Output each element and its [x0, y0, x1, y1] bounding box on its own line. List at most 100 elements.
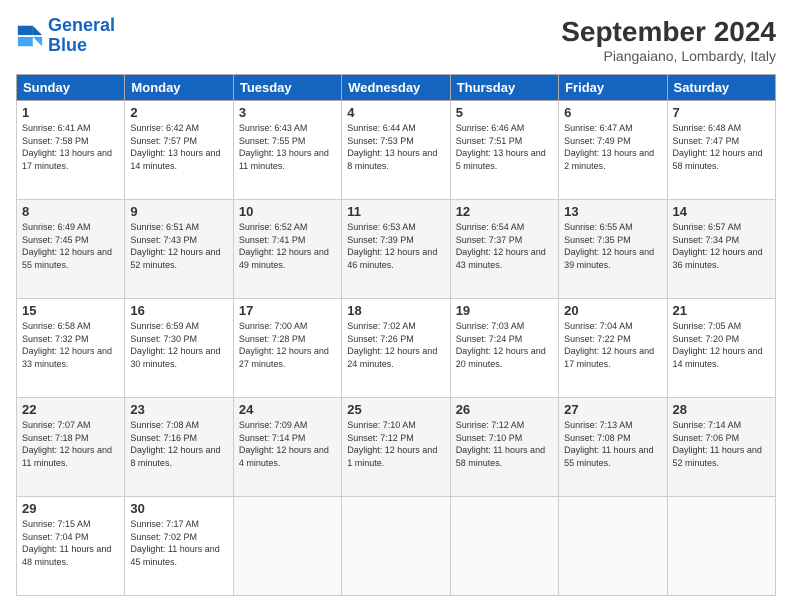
- day-number: 13: [564, 204, 661, 219]
- table-row: 23 Sunrise: 7:08 AM Sunset: 7:16 PM Dayl…: [125, 398, 233, 497]
- day-detail: Sunrise: 6:55 AM Sunset: 7:35 PM Dayligh…: [564, 221, 661, 271]
- day-detail: Sunrise: 7:03 AM Sunset: 7:24 PM Dayligh…: [456, 320, 553, 370]
- day-number: 23: [130, 402, 227, 417]
- day-number: 17: [239, 303, 336, 318]
- table-row: 15 Sunrise: 6:58 AM Sunset: 7:32 PM Dayl…: [17, 299, 125, 398]
- col-wednesday: Wednesday: [342, 75, 450, 101]
- table-row: 20 Sunrise: 7:04 AM Sunset: 7:22 PM Dayl…: [559, 299, 667, 398]
- table-row: [342, 497, 450, 596]
- table-row: 8 Sunrise: 6:49 AM Sunset: 7:45 PM Dayli…: [17, 200, 125, 299]
- table-row: 25 Sunrise: 7:10 AM Sunset: 7:12 PM Dayl…: [342, 398, 450, 497]
- table-row: 22 Sunrise: 7:07 AM Sunset: 7:18 PM Dayl…: [17, 398, 125, 497]
- page: General Blue September 2024 Piangaiano, …: [0, 0, 792, 612]
- day-detail: Sunrise: 7:08 AM Sunset: 7:16 PM Dayligh…: [130, 419, 227, 469]
- header-row: Sunday Monday Tuesday Wednesday Thursday…: [17, 75, 776, 101]
- table-row: 28 Sunrise: 7:14 AM Sunset: 7:06 PM Dayl…: [667, 398, 775, 497]
- week-row-1: 1 Sunrise: 6:41 AM Sunset: 7:58 PM Dayli…: [17, 101, 776, 200]
- day-detail: Sunrise: 6:47 AM Sunset: 7:49 PM Dayligh…: [564, 122, 661, 172]
- table-row: 11 Sunrise: 6:53 AM Sunset: 7:39 PM Dayl…: [342, 200, 450, 299]
- day-detail: Sunrise: 7:14 AM Sunset: 7:06 PM Dayligh…: [673, 419, 770, 469]
- table-row: 3 Sunrise: 6:43 AM Sunset: 7:55 PM Dayli…: [233, 101, 341, 200]
- day-number: 11: [347, 204, 444, 219]
- day-detail: Sunrise: 7:04 AM Sunset: 7:22 PM Dayligh…: [564, 320, 661, 370]
- table-row: 14 Sunrise: 6:57 AM Sunset: 7:34 PM Dayl…: [667, 200, 775, 299]
- day-number: 10: [239, 204, 336, 219]
- calendar-table: Sunday Monday Tuesday Wednesday Thursday…: [16, 74, 776, 596]
- day-number: 22: [22, 402, 119, 417]
- table-row: 29 Sunrise: 7:15 AM Sunset: 7:04 PM Dayl…: [17, 497, 125, 596]
- table-row: 30 Sunrise: 7:17 AM Sunset: 7:02 PM Dayl…: [125, 497, 233, 596]
- day-number: 5: [456, 105, 553, 120]
- day-number: 14: [673, 204, 770, 219]
- day-detail: Sunrise: 6:46 AM Sunset: 7:51 PM Dayligh…: [456, 122, 553, 172]
- title-area: September 2024 Piangaiano, Lombardy, Ita…: [561, 16, 776, 64]
- day-detail: Sunrise: 6:44 AM Sunset: 7:53 PM Dayligh…: [347, 122, 444, 172]
- table-row: 17 Sunrise: 7:00 AM Sunset: 7:28 PM Dayl…: [233, 299, 341, 398]
- table-row: 9 Sunrise: 6:51 AM Sunset: 7:43 PM Dayli…: [125, 200, 233, 299]
- table-row: 6 Sunrise: 6:47 AM Sunset: 7:49 PM Dayli…: [559, 101, 667, 200]
- col-friday: Friday: [559, 75, 667, 101]
- day-number: 28: [673, 402, 770, 417]
- day-detail: Sunrise: 6:48 AM Sunset: 7:47 PM Dayligh…: [673, 122, 770, 172]
- day-number: 30: [130, 501, 227, 516]
- week-row-4: 22 Sunrise: 7:07 AM Sunset: 7:18 PM Dayl…: [17, 398, 776, 497]
- table-row: 24 Sunrise: 7:09 AM Sunset: 7:14 PM Dayl…: [233, 398, 341, 497]
- week-row-3: 15 Sunrise: 6:58 AM Sunset: 7:32 PM Dayl…: [17, 299, 776, 398]
- header: General Blue September 2024 Piangaiano, …: [16, 16, 776, 64]
- col-sunday: Sunday: [17, 75, 125, 101]
- day-number: 18: [347, 303, 444, 318]
- table-row: 4 Sunrise: 6:44 AM Sunset: 7:53 PM Dayli…: [342, 101, 450, 200]
- day-number: 19: [456, 303, 553, 318]
- col-thursday: Thursday: [450, 75, 558, 101]
- table-row: [233, 497, 341, 596]
- day-detail: Sunrise: 7:09 AM Sunset: 7:14 PM Dayligh…: [239, 419, 336, 469]
- table-row: 18 Sunrise: 7:02 AM Sunset: 7:26 PM Dayl…: [342, 299, 450, 398]
- day-number: 4: [347, 105, 444, 120]
- day-number: 27: [564, 402, 661, 417]
- col-monday: Monday: [125, 75, 233, 101]
- day-number: 26: [456, 402, 553, 417]
- day-number: 24: [239, 402, 336, 417]
- table-row: 5 Sunrise: 6:46 AM Sunset: 7:51 PM Dayli…: [450, 101, 558, 200]
- day-number: 9: [130, 204, 227, 219]
- day-number: 3: [239, 105, 336, 120]
- day-detail: Sunrise: 6:54 AM Sunset: 7:37 PM Dayligh…: [456, 221, 553, 271]
- day-detail: Sunrise: 7:10 AM Sunset: 7:12 PM Dayligh…: [347, 419, 444, 469]
- day-detail: Sunrise: 7:05 AM Sunset: 7:20 PM Dayligh…: [673, 320, 770, 370]
- day-detail: Sunrise: 6:41 AM Sunset: 7:58 PM Dayligh…: [22, 122, 119, 172]
- day-detail: Sunrise: 6:59 AM Sunset: 7:30 PM Dayligh…: [130, 320, 227, 370]
- week-row-5: 29 Sunrise: 7:15 AM Sunset: 7:04 PM Dayl…: [17, 497, 776, 596]
- logo-icon: [16, 22, 44, 50]
- day-detail: Sunrise: 6:49 AM Sunset: 7:45 PM Dayligh…: [22, 221, 119, 271]
- day-detail: Sunrise: 6:53 AM Sunset: 7:39 PM Dayligh…: [347, 221, 444, 271]
- day-detail: Sunrise: 6:42 AM Sunset: 7:57 PM Dayligh…: [130, 122, 227, 172]
- table-row: 26 Sunrise: 7:12 AM Sunset: 7:10 PM Dayl…: [450, 398, 558, 497]
- col-tuesday: Tuesday: [233, 75, 341, 101]
- table-row: 19 Sunrise: 7:03 AM Sunset: 7:24 PM Dayl…: [450, 299, 558, 398]
- day-number: 16: [130, 303, 227, 318]
- logo: General Blue: [16, 16, 115, 56]
- table-row: [450, 497, 558, 596]
- table-row: 12 Sunrise: 6:54 AM Sunset: 7:37 PM Dayl…: [450, 200, 558, 299]
- day-detail: Sunrise: 7:07 AM Sunset: 7:18 PM Dayligh…: [22, 419, 119, 469]
- day-number: 6: [564, 105, 661, 120]
- table-row: [559, 497, 667, 596]
- table-row: 16 Sunrise: 6:59 AM Sunset: 7:30 PM Dayl…: [125, 299, 233, 398]
- day-number: 12: [456, 204, 553, 219]
- day-detail: Sunrise: 7:17 AM Sunset: 7:02 PM Dayligh…: [130, 518, 227, 568]
- day-number: 25: [347, 402, 444, 417]
- table-row: 2 Sunrise: 6:42 AM Sunset: 7:57 PM Dayli…: [125, 101, 233, 200]
- day-detail: Sunrise: 6:43 AM Sunset: 7:55 PM Dayligh…: [239, 122, 336, 172]
- month-title: September 2024: [561, 16, 776, 48]
- table-row: 27 Sunrise: 7:13 AM Sunset: 7:08 PM Dayl…: [559, 398, 667, 497]
- table-row: [667, 497, 775, 596]
- day-number: 1: [22, 105, 119, 120]
- logo-line2: Blue: [48, 35, 87, 55]
- table-row: 7 Sunrise: 6:48 AM Sunset: 7:47 PM Dayli…: [667, 101, 775, 200]
- day-number: 29: [22, 501, 119, 516]
- day-detail: Sunrise: 7:13 AM Sunset: 7:08 PM Dayligh…: [564, 419, 661, 469]
- day-detail: Sunrise: 6:52 AM Sunset: 7:41 PM Dayligh…: [239, 221, 336, 271]
- location: Piangaiano, Lombardy, Italy: [561, 48, 776, 64]
- day-detail: Sunrise: 7:15 AM Sunset: 7:04 PM Dayligh…: [22, 518, 119, 568]
- day-number: 20: [564, 303, 661, 318]
